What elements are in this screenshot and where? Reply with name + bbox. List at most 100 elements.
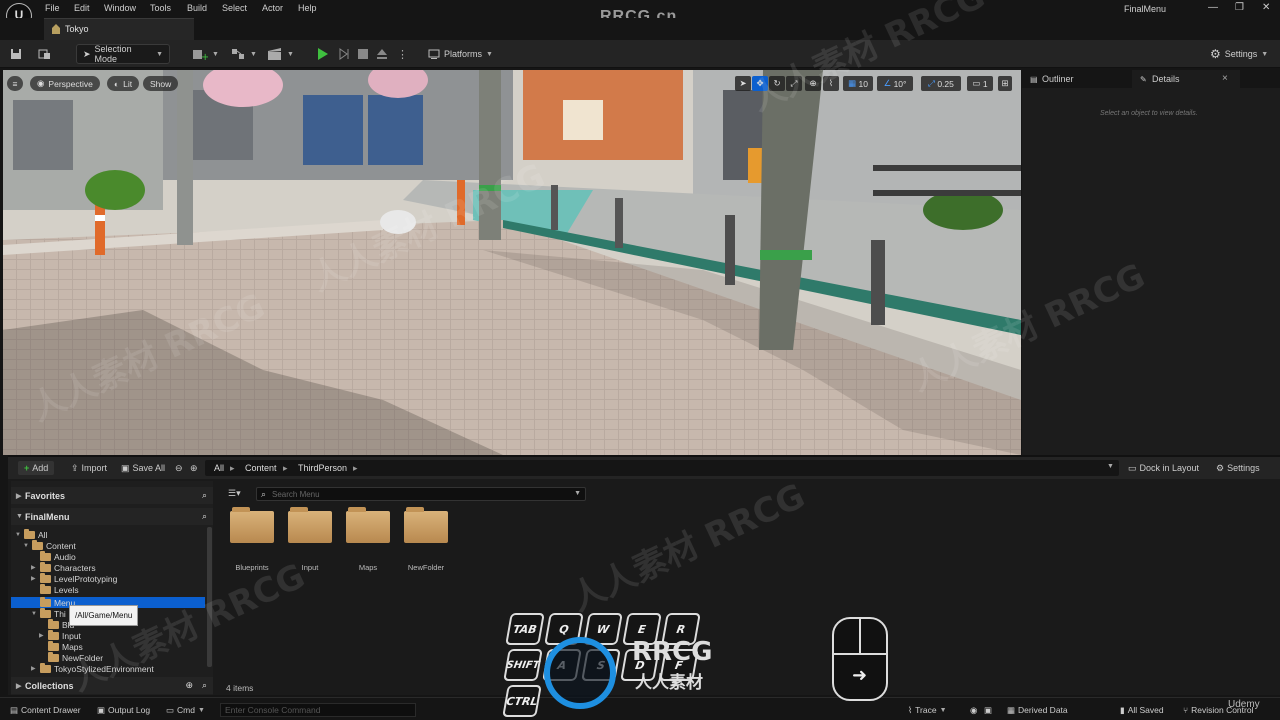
- folder-tile-input[interactable]: Input: [286, 507, 334, 572]
- project-section[interactable]: ▼ FinalMenu ⌕: [11, 508, 213, 525]
- blueprint-button[interactable]: ▼: [230, 44, 257, 64]
- tree-node-all[interactable]: ▼ All: [15, 528, 47, 540]
- tree-node-tokyostylizedenvironment[interactable]: ▶ TokyoStylizedEnvironment: [31, 662, 154, 674]
- menu-window[interactable]: Window: [104, 3, 136, 13]
- favorites-section[interactable]: ▶ Favorites ⌕: [11, 487, 213, 504]
- collections-section[interactable]: ▶ Collections ⊕ ⌕: [11, 677, 213, 694]
- menu-build[interactable]: Build: [187, 3, 207, 13]
- translate-tool-icon[interactable]: ✥: [752, 76, 768, 91]
- log-icon: ▣: [97, 704, 106, 715]
- dock-in-layout-button[interactable]: ▭ Dock in Layout: [1128, 461, 1199, 475]
- folder-tile-blueprints[interactable]: Blueprints: [228, 507, 276, 572]
- project-section-label: FinalMenu: [25, 511, 70, 522]
- filter-icon[interactable]: ☰▾: [228, 488, 241, 499]
- tree-node-maps[interactable]: Maps: [39, 640, 83, 652]
- surface-snap-icon[interactable]: ⌇: [823, 76, 839, 91]
- more-options-icon[interactable]: ⋮: [397, 44, 408, 64]
- derived-data-button[interactable]: ▦ Derived Data: [1007, 703, 1068, 717]
- source-control-icon[interactable]: [38, 44, 52, 64]
- platforms-dropdown[interactable]: Platforms ▼: [428, 44, 493, 64]
- history-back-icon[interactable]: ⊖: [175, 461, 183, 475]
- menu-actor[interactable]: Actor: [262, 3, 283, 13]
- tree-node-newfolder[interactable]: NewFolder: [39, 651, 103, 663]
- play-button[interactable]: [318, 44, 328, 64]
- world-space-icon[interactable]: ⊕: [805, 76, 821, 91]
- rotation-snap-toggle[interactable]: ∠ 10°: [877, 76, 913, 91]
- menu-tools[interactable]: Tools: [150, 3, 171, 13]
- show-button[interactable]: Show: [143, 76, 179, 91]
- chevron-down-icon[interactable]: ▼: [574, 490, 581, 497]
- eject-icon[interactable]: [376, 44, 388, 64]
- tree-node-thirdperson[interactable]: ▼ Thi: [31, 607, 66, 619]
- viewport-menu-icon[interactable]: ≡: [7, 76, 23, 91]
- add-button[interactable]: + Add: [18, 461, 55, 475]
- keyboard-overlay: TAB Q W E R SHIFT A S D F CTRL RRCG 人人素材: [500, 605, 750, 720]
- folder-icon: [48, 651, 59, 662]
- breadcrumb-thirdperson[interactable]: ThirdPerson: [298, 463, 347, 473]
- rotate-tool-icon[interactable]: ↻: [769, 76, 785, 91]
- settings-dropdown[interactable]: ⚙ Settings ▼: [1210, 44, 1268, 64]
- perspective-button[interactable]: ◉ Perspective: [30, 76, 100, 91]
- cb-settings-button[interactable]: ⚙ Settings: [1216, 461, 1260, 475]
- tree-node-audio[interactable]: Audio: [31, 550, 76, 562]
- camera-speed-value: 1: [982, 78, 988, 89]
- recording-icon[interactable]: ◉: [970, 703, 977, 717]
- lit-button[interactable]: ◐ Lit: [107, 76, 140, 91]
- path-dropdown-icon[interactable]: ▼: [1107, 463, 1114, 470]
- tree-node-characters[interactable]: ▶ Characters: [31, 561, 96, 573]
- tree-node-levelprototyping[interactable]: ▶ LevelPrototyping: [31, 572, 117, 584]
- tree-node-input[interactable]: ▶ Input: [39, 629, 81, 641]
- select-tool-icon[interactable]: ➤: [735, 76, 751, 91]
- scale-snap-toggle[interactable]: ⤢ 0.25: [921, 76, 961, 91]
- tab-tokyo[interactable]: Tokyo: [44, 18, 194, 40]
- breadcrumb-all[interactable]: All: [214, 463, 224, 473]
- scale-tool-icon[interactable]: ⤢: [786, 76, 802, 91]
- close-window-icon[interactable]: ✕: [1262, 2, 1270, 13]
- cinematics-button[interactable]: ▼: [267, 44, 294, 64]
- screenshot-icon[interactable]: ▣: [984, 703, 992, 717]
- search-icon[interactable]: ⌕: [202, 680, 207, 691]
- rrcg-logo-icon: [544, 637, 616, 709]
- layout-icon[interactable]: ⊞: [998, 76, 1012, 91]
- selection-mode-dropdown[interactable]: ➤ Selection Mode ▼: [76, 44, 170, 64]
- add-collection-icon[interactable]: ⊕: [185, 680, 193, 691]
- all-saved-button[interactable]: ▮ All Saved: [1120, 703, 1164, 717]
- folder-tile-newfolder[interactable]: NewFolder: [402, 507, 450, 572]
- close-details-icon[interactable]: ×: [1222, 73, 1228, 84]
- output-log-button[interactable]: ▣ Output Log: [97, 703, 150, 717]
- menu-help[interactable]: Help: [298, 3, 317, 13]
- maximize-icon[interactable]: ❐: [1235, 2, 1244, 13]
- step-button[interactable]: [338, 44, 350, 64]
- level-viewport[interactable]: ≡ ◉ Perspective ◐ Lit Show ➤ ✥ ↻ ⤢ ⊕ ⌇ ▦…: [3, 70, 1021, 455]
- minimize-icon[interactable]: —: [1208, 2, 1218, 13]
- search-icon[interactable]: ⌕: [202, 511, 207, 522]
- tab-outliner[interactable]: ▤ Outliner: [1022, 70, 1132, 88]
- folder-tile-maps[interactable]: Maps: [344, 507, 392, 572]
- tree-scrollbar[interactable]: [207, 527, 212, 667]
- menu-file[interactable]: File: [45, 3, 60, 13]
- cmd-dropdown[interactable]: ▭ Cmd ▼: [166, 703, 205, 717]
- search-input[interactable]: ⌕ Search Menu ▼: [256, 487, 586, 501]
- import-button[interactable]: ⇪ Import: [71, 461, 107, 475]
- content-drawer-button[interactable]: ▤ Content Drawer: [10, 703, 81, 717]
- add-actor-button[interactable]: + ▼: [192, 44, 219, 64]
- play-icon: [318, 48, 328, 60]
- menu-select[interactable]: Select: [222, 3, 247, 13]
- search-icon[interactable]: ⌕: [202, 490, 207, 501]
- breadcrumb-content[interactable]: Content: [245, 463, 277, 473]
- save-all-button[interactable]: ▣ Save All: [121, 461, 165, 475]
- save-icon[interactable]: [10, 44, 22, 64]
- cb-settings-label: Settings: [1227, 463, 1260, 473]
- tree-node-levels[interactable]: Levels: [31, 583, 79, 595]
- console-input[interactable]: Enter Console Command: [220, 703, 416, 717]
- tree-node-content[interactable]: ▼ Content: [23, 539, 76, 551]
- grid-snap-toggle[interactable]: ▦ 10: [843, 76, 873, 91]
- gear-icon: ⚙: [1210, 47, 1221, 61]
- gear-icon: ⚙: [1216, 462, 1225, 473]
- stop-icon[interactable]: [358, 44, 368, 64]
- camera-speed-button[interactable]: ▭ 1: [967, 76, 993, 91]
- history-forward-icon[interactable]: ⊕: [190, 461, 198, 475]
- folder-icon: [230, 507, 274, 543]
- menu-edit[interactable]: Edit: [74, 3, 90, 13]
- trace-dropdown[interactable]: ⌇ Trace ▼: [908, 703, 947, 717]
